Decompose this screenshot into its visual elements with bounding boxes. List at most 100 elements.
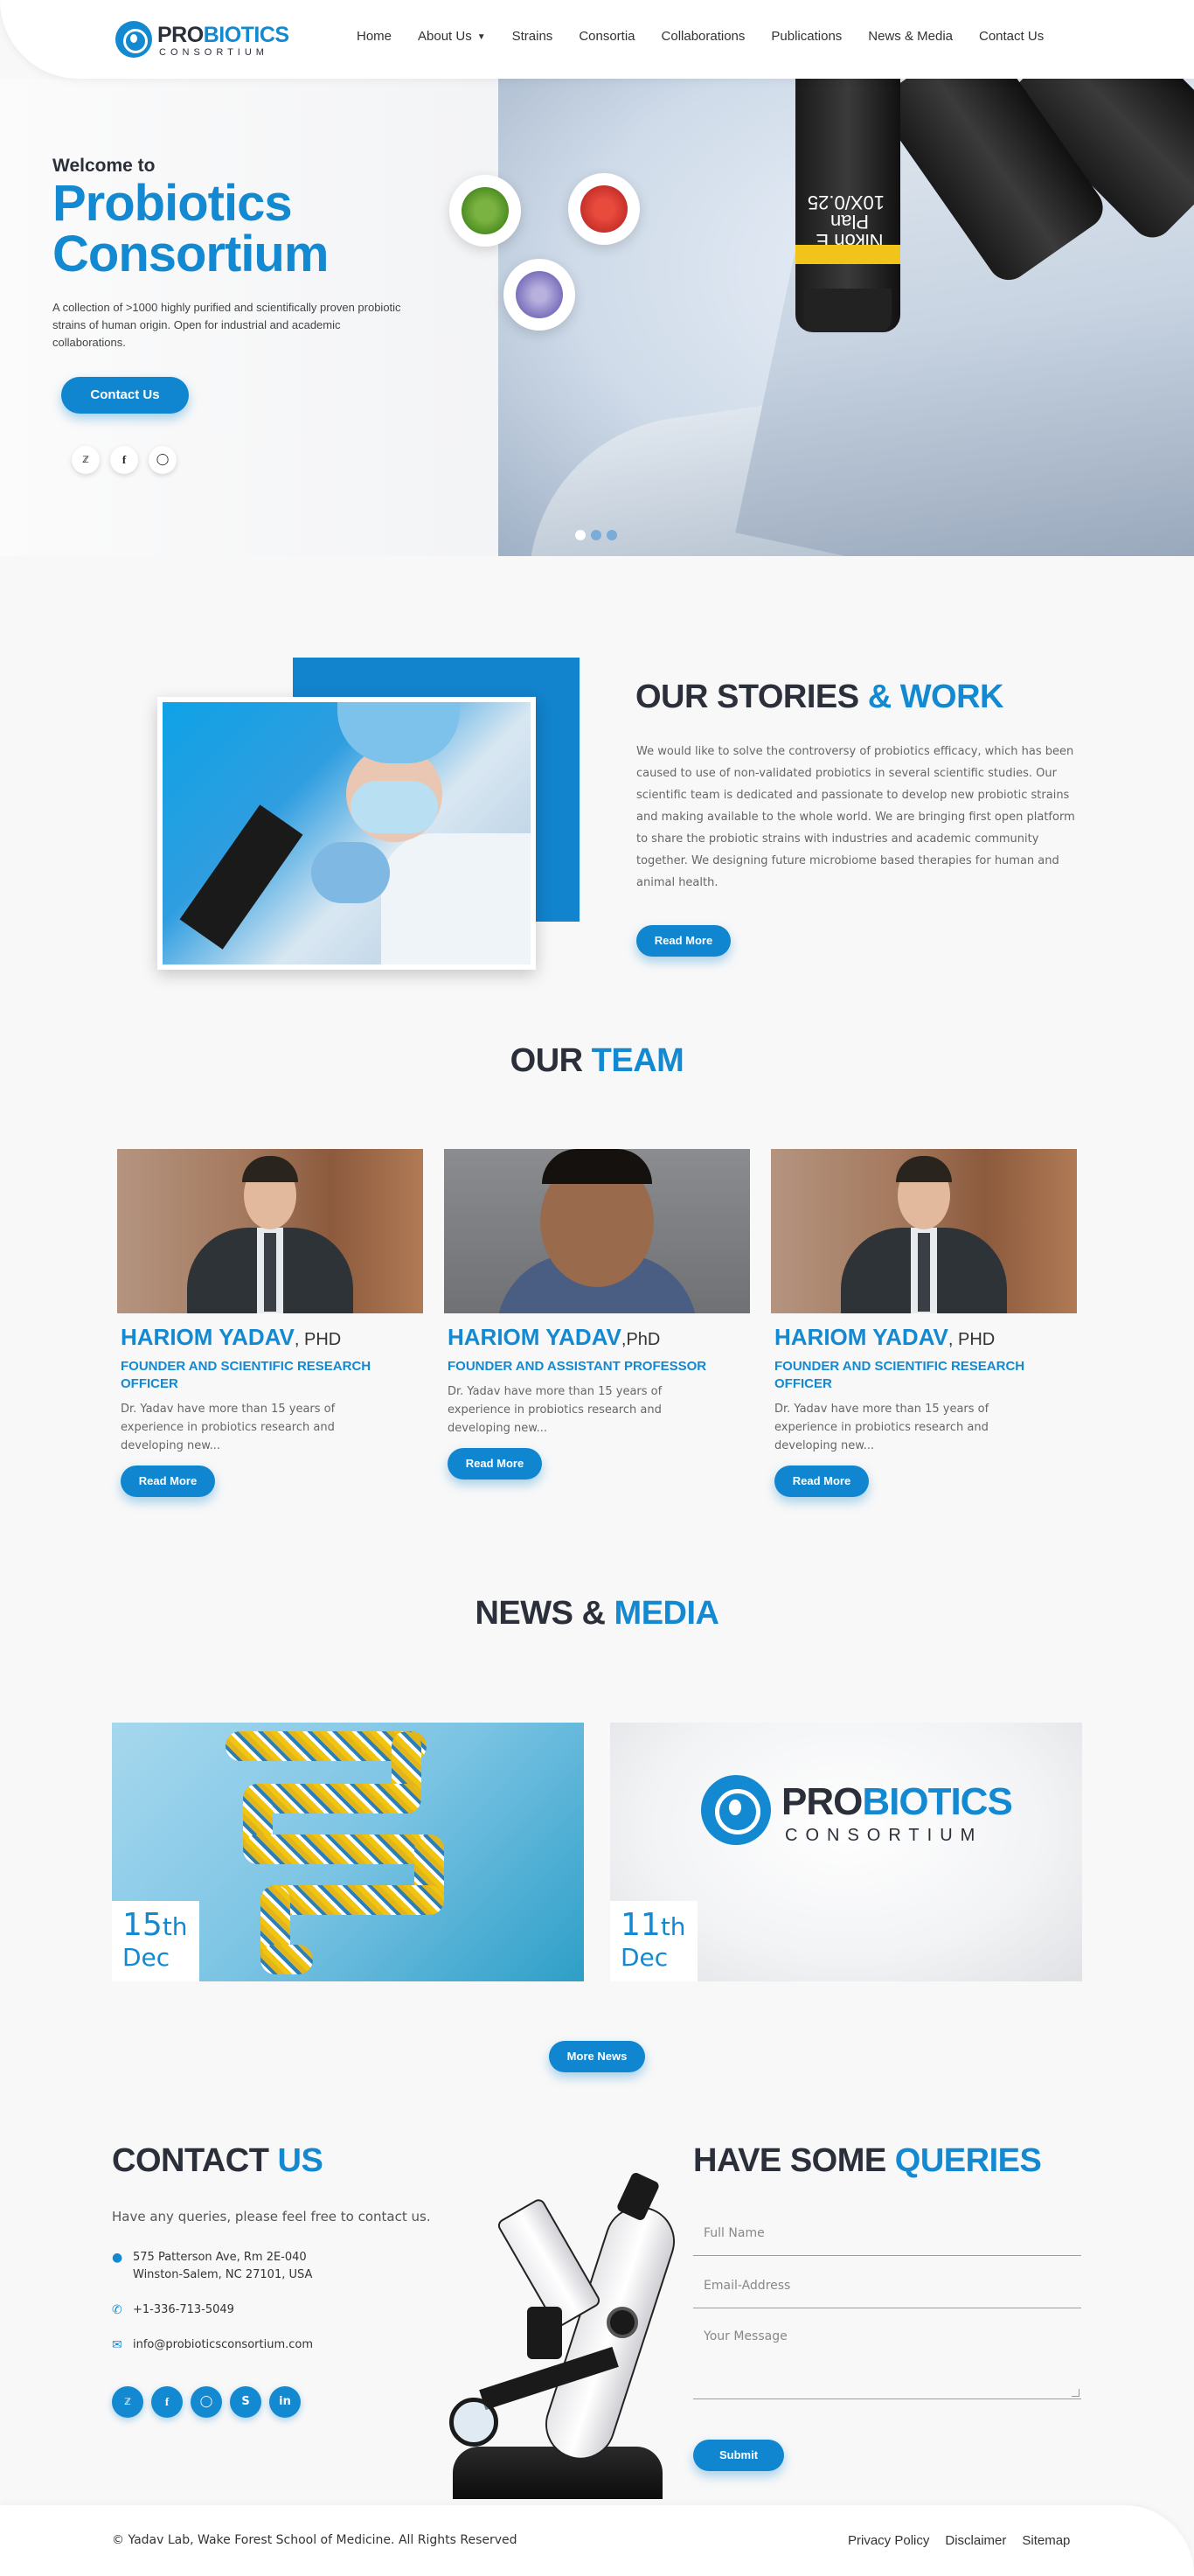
news-title-blue: MEDIA: [614, 1595, 719, 1632]
hero-contact-button[interactable]: Contact Us: [61, 377, 189, 414]
footer-link-disclaimer[interactable]: Disclaimer: [945, 2533, 1006, 2548]
news-logo: PROBIOTICS CONSORTIUM: [701, 1775, 1013, 1862]
scientist-photo: [163, 702, 531, 964]
bacteria-purple-icon: [503, 259, 575, 331]
stories-read-more-button[interactable]: Read More: [636, 925, 731, 957]
queries-title-blue: QUERIES: [894, 2142, 1042, 2179]
site-logo[interactable]: PROBIOTICS CONSORTIUM: [115, 19, 289, 63]
instagram-icon[interactable]: ◯: [191, 2386, 222, 2418]
stories-title-blue: & WORK: [867, 679, 1004, 715]
facebook-icon[interactable]: f: [110, 446, 138, 474]
lab-microscope: [179, 804, 303, 950]
contact-address: ● 575 Patterson Ave, Rm 2E-040 Winston-Sa…: [112, 2249, 312, 2284]
team-card-1: HARIOM YADAV, PHD FOUNDER AND SCIENTIFIC…: [117, 1149, 423, 1497]
address-block: 575 Patterson Ave, Rm 2E-040 Winston-Sale…: [133, 2249, 312, 2284]
microscope-objective: Nikon E Plan 10X/0.25: [795, 79, 900, 332]
news-logo-subtitle: CONSORTIUM: [785, 1826, 983, 1845]
phone-icon: ✆: [112, 2303, 122, 2317]
more-news-button[interactable]: More News: [549, 2041, 645, 2072]
team-member-bio: Dr. Yadav have more than 15 years of exp…: [448, 1385, 663, 1435]
twitter-icon[interactable]: 𝕫: [112, 2386, 143, 2418]
contact-title-blue: US: [277, 2142, 323, 2179]
facebook-icon[interactable]: f: [151, 2386, 183, 2418]
team-read-more-button[interactable]: Read More: [774, 1466, 869, 1497]
news-month: Dec: [621, 1943, 669, 1972]
email-field[interactable]: Email-Address: [693, 2279, 1081, 2308]
nav-strains[interactable]: Strains: [512, 29, 553, 44]
news-card-1[interactable]: 15th Dec: [112, 1723, 584, 1981]
news-date: 15th Dec: [112, 1901, 199, 1981]
gut-illustration: [226, 1731, 488, 1976]
twitter-icon[interactable]: 𝕫: [72, 446, 100, 474]
team-title-blue: TEAM: [591, 1042, 684, 1079]
scientist-cap: [337, 702, 460, 763]
objective-tip: [804, 289, 892, 332]
logo-wordmark: PROBIOTICS: [157, 23, 289, 48]
team-card-3: HARIOM YADAV, PHD FOUNDER AND SCIENTIFIC…: [771, 1149, 1077, 1497]
news-title: NEWS & MEDIA: [0, 1595, 1194, 1633]
instagram-icon[interactable]: ◯: [149, 446, 177, 474]
microscope-base: [453, 2447, 663, 2499]
hero-description: A collection of >1000 highly purified an…: [52, 301, 401, 349]
full-name-field[interactable]: Full Name: [693, 2226, 1081, 2256]
message-field[interactable]: Your Message: [693, 2329, 1081, 2399]
logo-badge-icon: [115, 21, 152, 58]
nav-home[interactable]: Home: [357, 29, 392, 44]
email-address: info@probioticsconsortium.com: [133, 2338, 314, 2351]
footer-links: Privacy Policy Disclaimer Sitemap: [848, 2533, 1086, 2548]
slider-dot-1[interactable]: [575, 530, 586, 540]
photo-tie: [264, 1233, 276, 1312]
nav-about-us[interactable]: About Us ▼: [418, 29, 486, 44]
logo-text-biotics: BIOTICS: [203, 23, 289, 47]
team-title-dark: OUR: [510, 1042, 583, 1079]
gut-segment: [260, 1945, 313, 1974]
envelope-icon: ✉: [112, 2338, 122, 2352]
logo-text-pro: PRO: [157, 23, 204, 47]
team-photo: [444, 1149, 750, 1313]
stories-text: We would like to solve the controversy o…: [636, 745, 1075, 889]
team-degree: , PHD: [294, 1330, 342, 1349]
hero-welcome: Welcome to: [52, 156, 156, 176]
slider-dot-2[interactable]: [591, 530, 601, 540]
slider-dot-3[interactable]: [607, 530, 617, 540]
team-member-bio: Dr. Yadav have more than 15 years of exp…: [121, 1403, 336, 1452]
nav-news-media[interactable]: News & Media: [868, 29, 953, 44]
footer-link-sitemap[interactable]: Sitemap: [1022, 2533, 1070, 2548]
stories-title: OUR STORIES & WORK: [635, 679, 1004, 716]
nav-collaborations[interactable]: Collaborations: [662, 29, 746, 44]
nav-about-label: About Us: [418, 29, 472, 44]
team-member-role: FOUNDER AND SCIENTIFIC RESEARCH OFFICER: [774, 1359, 1025, 1391]
news-logo-wordmark: PROBIOTICS: [781, 1780, 1013, 1824]
stories-image: [157, 697, 536, 970]
team-read-more-button[interactable]: Read More: [121, 1466, 215, 1497]
nav-consortia[interactable]: Consortia: [579, 29, 635, 44]
nav-contact-us[interactable]: Contact Us: [979, 29, 1044, 44]
photo-hair: [242, 1156, 298, 1182]
news-card-2[interactable]: PROBIOTICS CONSORTIUM 11th Dec: [610, 1723, 1082, 1981]
nav-publications[interactable]: Publications: [771, 29, 842, 44]
team-title: OUR TEAM: [0, 1042, 1194, 1080]
team-card-2: HARIOM YADAV,PhD FOUNDER AND ASSISTANT P…: [444, 1149, 750, 1479]
slider-dots: [575, 530, 622, 540]
skype-icon[interactable]: S: [230, 2386, 261, 2418]
submit-button[interactable]: Submit: [693, 2440, 784, 2471]
team-photo: [771, 1149, 1077, 1313]
queries-title: HAVE SOME QUERIES: [693, 2142, 1042, 2180]
contact-title-dark: CONTACT: [112, 2142, 269, 2179]
team-member-name: HARIOM YADAV, PHD: [121, 1324, 423, 1351]
bacteria-red-icon: [568, 173, 640, 245]
contact-email[interactable]: ✉ info@probioticsconsortium.com: [112, 2336, 313, 2354]
news-date: 11th Dec: [610, 1901, 698, 1981]
footer-link-privacy[interactable]: Privacy Policy: [848, 2533, 929, 2548]
news-day-number: 11: [621, 1907, 661, 1943]
scientist-mask: [351, 781, 438, 833]
team-read-more-button[interactable]: Read More: [448, 1448, 542, 1479]
linkedin-icon[interactable]: in: [269, 2386, 301, 2418]
team-member-role: FOUNDER AND ASSISTANT PROFESSOR: [448, 1359, 707, 1374]
news-logo-pro: PRO: [781, 1780, 863, 1823]
site-footer: © Yadav Lab, Wake Forest School of Medic…: [0, 2505, 1194, 2576]
hero-title: Probiotics Consortium: [52, 175, 329, 282]
address-line-2: Winston-Salem, NC 27101, USA: [133, 2268, 313, 2281]
hero-social-links: 𝕫 f ◯: [72, 446, 187, 474]
contact-phone[interactable]: ✆ +1-336-713-5049: [112, 2301, 234, 2319]
